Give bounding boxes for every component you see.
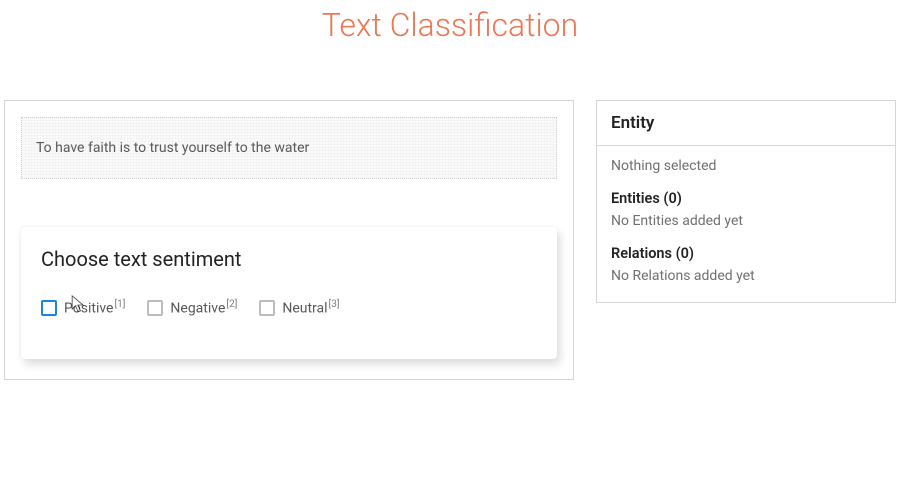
text-sample[interactable]: To have faith is to trust yourself to th… <box>21 117 557 179</box>
option-positive[interactable]: Positive[1] <box>41 299 125 317</box>
option-label-positive: Positive[1] <box>64 299 125 317</box>
main-panel: To have faith is to trust yourself to th… <box>4 100 574 380</box>
entity-panel: Entity Nothing selected Entities (0) No … <box>596 100 896 303</box>
option-label-neutral: Neutral[3] <box>282 299 339 317</box>
option-shortcut: [2] <box>226 299 237 310</box>
entities-section-label: Entities (0) <box>611 190 881 207</box>
nothing-selected-text: Nothing selected <box>611 158 881 174</box>
option-text: Neutral <box>282 301 327 317</box>
entities-empty-text: No Entities added yet <box>611 213 881 229</box>
option-neutral[interactable]: Neutral[3] <box>259 299 339 317</box>
entity-panel-title: Entity <box>597 101 895 146</box>
checkbox-negative[interactable] <box>147 300 163 316</box>
content-wrap: To have faith is to trust yourself to th… <box>0 100 900 380</box>
card-title: Choose text sentiment <box>41 247 537 271</box>
checkbox-positive[interactable] <box>41 300 57 316</box>
option-negative[interactable]: Negative[2] <box>147 299 237 317</box>
page-title: Text Classification <box>0 0 900 64</box>
entity-panel-body: Nothing selected Entities (0) No Entitie… <box>597 146 895 302</box>
option-label-negative: Negative[2] <box>170 299 237 317</box>
option-shortcut: [1] <box>114 299 125 310</box>
relations-empty-text: No Relations added yet <box>611 268 881 284</box>
option-shortcut: [3] <box>329 299 340 310</box>
relations-section-label: Relations (0) <box>611 245 881 262</box>
option-text: Positive <box>64 301 113 317</box>
classify-card: Choose text sentiment Positive[1] Negati… <box>21 227 557 359</box>
options-row: Positive[1] Negative[2] Neutral[3] <box>41 299 537 317</box>
checkbox-neutral[interactable] <box>259 300 275 316</box>
option-text: Negative <box>170 301 225 317</box>
